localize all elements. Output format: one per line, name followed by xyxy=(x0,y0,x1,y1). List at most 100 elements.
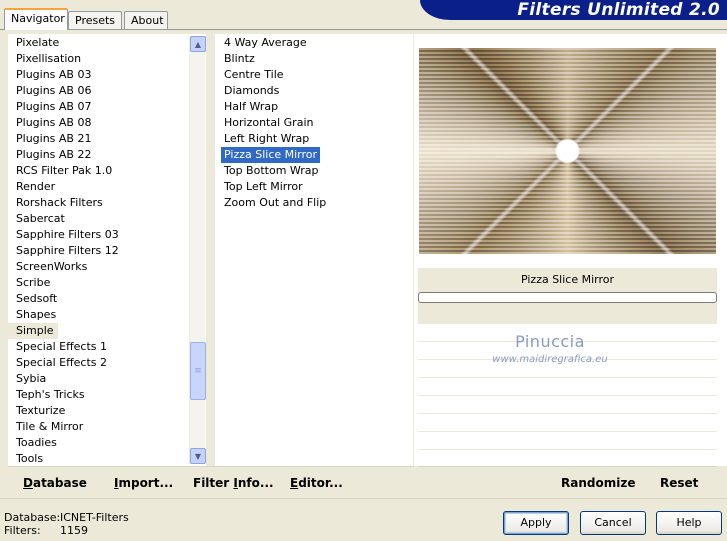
category-item-label: Plugins AB 07 xyxy=(16,100,92,113)
category-item-label: Plugins AB 22 xyxy=(16,148,92,161)
category-item[interactable]: Scribe xyxy=(8,275,119,291)
help-button[interactable]: Help xyxy=(656,511,722,535)
database-label: Database: xyxy=(4,511,61,524)
filter-item-label: Diamonds xyxy=(224,84,280,97)
filter-item-label: Pizza Slice Mirror xyxy=(221,147,321,163)
filter-item-label: Top Bottom Wrap xyxy=(224,164,319,177)
category-item[interactable]: Render xyxy=(8,179,119,195)
category-item-label: Pixelate xyxy=(16,36,60,49)
filter-item-label: Zoom Out and Flip xyxy=(224,196,327,209)
filter-info-button[interactable]: Filter Info... xyxy=(193,476,274,490)
category-item-label: Plugins AB 21 xyxy=(16,132,92,145)
category-item-label: Sybia xyxy=(16,372,47,385)
progress-bar xyxy=(418,292,717,303)
category-item[interactable]: Tools xyxy=(8,451,119,467)
footer-divider xyxy=(0,498,727,499)
category-item-label: Teph's Tricks xyxy=(16,388,85,401)
reset-button[interactable]: Reset xyxy=(660,476,698,490)
category-item-label: Scribe xyxy=(16,276,51,289)
filter-item-label: Blintz xyxy=(224,52,255,65)
chevron-up-icon: ▲ xyxy=(194,39,202,49)
preview-bottom-margin xyxy=(418,255,716,269)
category-item-label: Tools xyxy=(16,452,44,465)
category-item-label: Plugins AB 08 xyxy=(16,116,92,129)
filter-item[interactable]: Horizontal Grain xyxy=(221,115,329,131)
filter-item-label: Left Right Wrap xyxy=(224,132,310,145)
category-item-label: Special Effects 2 xyxy=(16,356,108,369)
filter-item[interactable]: Half Wrap xyxy=(221,99,329,115)
app-title: Filters Unlimited 2.0 xyxy=(517,0,720,20)
filter-item[interactable]: Pizza Slice Mirror xyxy=(221,147,329,163)
category-item[interactable]: Toadies xyxy=(8,435,119,451)
filter-item-label: Horizontal Grain xyxy=(224,116,314,129)
right-toolbar: Randomize Reset xyxy=(418,466,717,494)
scroll-up-button[interactable]: ▲ xyxy=(190,36,206,52)
filter-item[interactable]: Left Right Wrap xyxy=(221,131,329,147)
selected-filter-name: Pizza Slice Mirror xyxy=(520,273,615,286)
import-button[interactable]: Import... xyxy=(114,476,173,490)
category-item-label: Sabercat xyxy=(16,212,65,225)
category-item[interactable]: Sapphire Filters 03 xyxy=(8,227,119,243)
category-item-label: Pixellisation xyxy=(16,52,82,65)
category-item-label: Texturize xyxy=(16,404,66,417)
category-item[interactable]: Simple xyxy=(8,323,119,339)
apply-button[interactable]: Apply xyxy=(503,511,569,535)
category-item[interactable]: Plugins AB 21 xyxy=(8,131,119,147)
category-item[interactable]: Sybia xyxy=(8,371,119,387)
scroll-down-button[interactable]: ▼ xyxy=(190,448,206,464)
filter-item-label: Top Left Mirror xyxy=(224,180,303,193)
cancel-button[interactable]: Cancel xyxy=(580,511,646,535)
grip-icon: ≡ xyxy=(194,366,202,376)
filter-list[interactable]: 4 Way Average Blintz Centre Tile Diamonds Ha… xyxy=(215,34,413,466)
category-item[interactable]: Shapes xyxy=(8,307,119,323)
randomize-button[interactable]: Randomize xyxy=(561,476,635,490)
category-item[interactable]: Tile & Mirror xyxy=(8,419,119,435)
category-item[interactable]: Plugins AB 07 xyxy=(8,99,119,115)
watermark-text: Pinuccia xyxy=(515,332,585,351)
filter-item[interactable]: Top Left Mirror xyxy=(221,179,329,195)
database-button[interactable]: Database xyxy=(23,476,87,490)
editor-button[interactable]: Editor... xyxy=(290,476,343,490)
category-item[interactable]: Pixelate xyxy=(8,35,119,51)
category-item[interactable]: Sabercat xyxy=(8,211,119,227)
category-item[interactable]: Plugins AB 22 xyxy=(8,147,119,163)
category-item-label: Plugins AB 03 xyxy=(16,68,92,81)
watermark-url: www.maidiregrafica.eu xyxy=(492,354,608,365)
tab-navigator[interactable]: Navigator xyxy=(4,8,68,30)
filter-item[interactable]: Centre Tile xyxy=(221,67,329,83)
category-item[interactable]: Special Effects 1 xyxy=(8,339,119,355)
category-item-label: Tile & Mirror xyxy=(16,420,84,433)
category-list[interactable]: Pixelate Pixellisation Plugins AB 03 Plugin… xyxy=(8,34,206,466)
tab-divider xyxy=(0,29,727,30)
category-item[interactable]: Plugins AB 08 xyxy=(8,115,119,131)
scroll-thumb[interactable]: ≡ xyxy=(190,342,206,400)
filter-item[interactable]: Diamonds xyxy=(221,83,329,99)
category-item[interactable]: Sapphire Filters 12 xyxy=(8,243,119,259)
left-toolbar: Database Import... Filter Info... Editor… xyxy=(8,466,414,494)
category-item-label: Rorshack Filters xyxy=(16,196,103,209)
category-item-label: RCS Filter Pak 1.0 xyxy=(16,164,113,177)
filter-item[interactable]: 4 Way Average xyxy=(221,35,329,51)
filter-item[interactable]: Zoom Out and Flip xyxy=(221,195,329,211)
category-item-label: Sedsoft xyxy=(16,292,58,305)
tab-presets[interactable]: Presets xyxy=(68,11,122,30)
filter-item-label: Half Wrap xyxy=(224,100,279,113)
category-item[interactable]: RCS Filter Pak 1.0 xyxy=(8,163,119,179)
category-item[interactable]: Texturize xyxy=(8,403,119,419)
database-value: ICNET-Filters xyxy=(60,511,129,524)
category-item-label: Special Effects 1 xyxy=(16,340,108,353)
filter-item[interactable]: Top Bottom Wrap xyxy=(221,163,329,179)
category-item[interactable]: ScreenWorks xyxy=(8,259,119,275)
category-item[interactable]: Pixellisation xyxy=(8,51,119,67)
category-item[interactable]: Plugins AB 06 xyxy=(8,83,119,99)
category-item[interactable]: Teph's Tricks xyxy=(8,387,119,403)
category-item-label: ScreenWorks xyxy=(16,260,88,273)
category-item[interactable]: Special Effects 2 xyxy=(8,355,119,371)
filter-item[interactable]: Blintz xyxy=(221,51,329,67)
category-scrollbar[interactable]: ▲ ≡ ▼ xyxy=(189,36,206,464)
filter-item-label: Centre Tile xyxy=(224,68,284,81)
tab-about[interactable]: About xyxy=(124,11,168,30)
category-item[interactable]: Rorshack Filters xyxy=(8,195,119,211)
category-item[interactable]: Plugins AB 03 xyxy=(8,67,119,83)
category-item[interactable]: Sedsoft xyxy=(8,291,119,307)
